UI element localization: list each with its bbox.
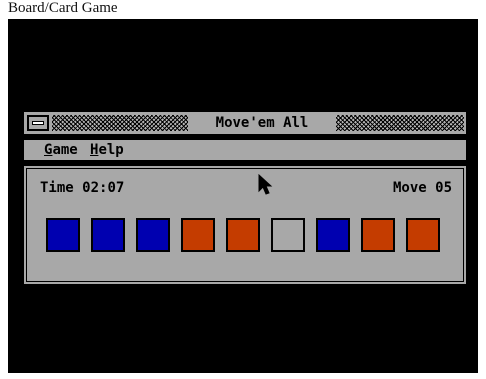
system-menu-button[interactable] (27, 115, 49, 131)
mouse-pointer-icon (258, 174, 273, 195)
tile-blue[interactable] (91, 218, 125, 252)
tile-red[interactable] (361, 218, 395, 252)
tile-blue[interactable] (136, 218, 170, 252)
image-caption: Board/Card Game (8, 0, 118, 16)
time-value: 02:07 (82, 180, 125, 196)
system-menu-icon (32, 121, 44, 125)
time-label: Time (40, 180, 74, 196)
menu-game[interactable]: Game (44, 141, 78, 160)
time-display: Time 02:07 (40, 178, 124, 198)
title-bar-pattern-right (336, 115, 464, 131)
title-bar-pattern-left (52, 115, 188, 131)
menu-help-rest: elp (98, 142, 124, 158)
game-window: Move'em All Game Help Time 02:07 Move 05 (22, 110, 468, 286)
move-label: Move (392, 180, 427, 196)
menu-bar: Game Help (22, 138, 468, 162)
tile-red[interactable] (226, 218, 260, 252)
tile-blue[interactable] (316, 218, 350, 252)
move-value: 05 (435, 180, 452, 196)
tile-row (46, 218, 440, 252)
move-counter: Move 05 (393, 178, 452, 198)
tile-blue[interactable] (46, 218, 80, 252)
tile-red[interactable] (406, 218, 440, 252)
title-bar[interactable]: Move'em All (22, 110, 468, 136)
menu-help[interactable]: Help (90, 141, 124, 160)
tile-empty[interactable] (271, 218, 305, 252)
tile-red[interactable] (181, 218, 215, 252)
window-title: Move'em All (190, 114, 334, 132)
game-board-panel: Time 02:07 Move 05 (22, 164, 468, 286)
game-screen: Move'em All Game Help Time 02:07 Move 05 (8, 19, 478, 373)
menu-game-rest: ame (52, 142, 78, 158)
